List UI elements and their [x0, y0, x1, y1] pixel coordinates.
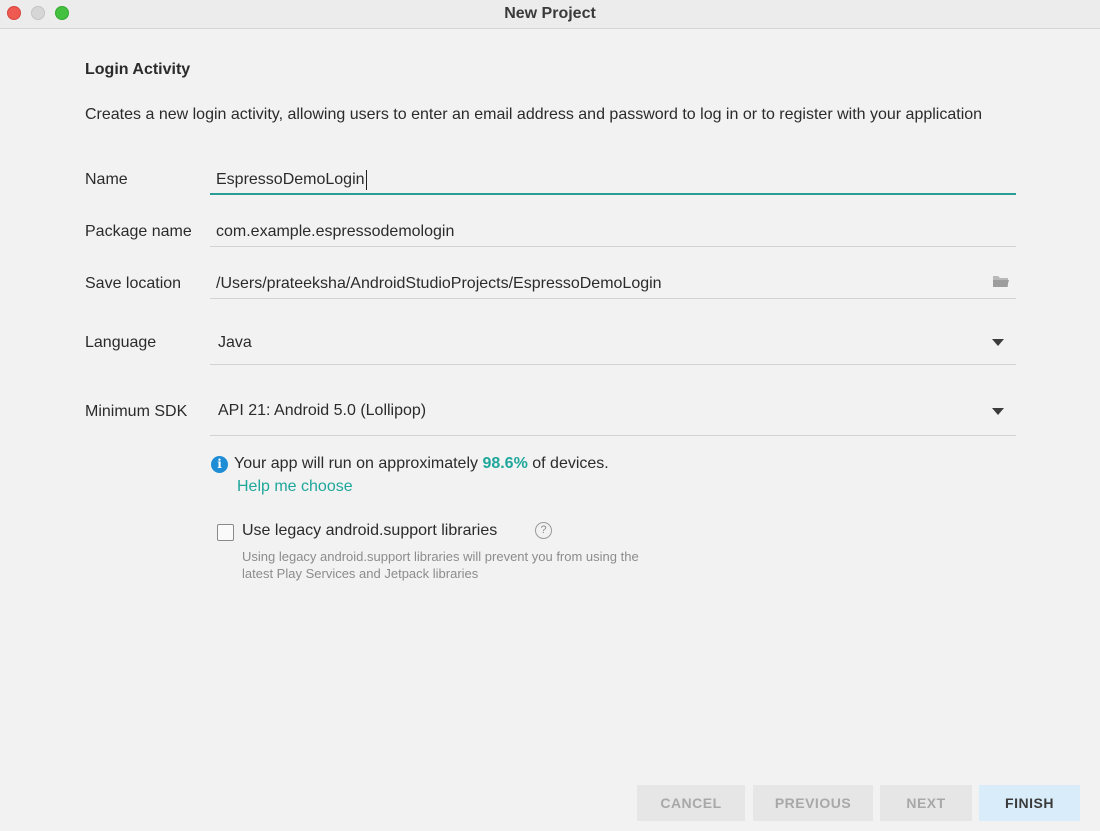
name-input[interactable]: EspressoDemoLogin — [210, 165, 1016, 195]
text-caret — [365, 170, 367, 190]
package-name-value: com.example.espressodemologin — [216, 223, 455, 240]
next-button[interactable]: NEXT — [880, 785, 972, 821]
language-select[interactable]: Java — [210, 324, 1016, 365]
finish-button[interactable]: FINISH — [979, 785, 1080, 821]
minimum-sdk-select[interactable]: API 21: Android 5.0 (Lollipop) — [210, 390, 1016, 436]
help-icon[interactable]: ? — [535, 522, 552, 539]
device-coverage-text: Your app will run on approximately 98.6%… — [234, 455, 609, 473]
save-location-input[interactable]: /Users/prateeksha/AndroidStudioProjects/… — [210, 270, 1016, 299]
name-input-value: EspressoDemoLogin — [216, 171, 365, 189]
info-icon: i — [211, 456, 228, 473]
legacy-support-hint: Using legacy android.support libraries w… — [242, 549, 639, 581]
legacy-support-label[interactable]: Use legacy android.support libraries — [242, 522, 497, 540]
folder-icon[interactable] — [992, 274, 1010, 288]
title-bar: New Project — [0, 0, 1100, 29]
coverage-suffix: of devices. — [527, 455, 609, 472]
help-me-choose-link[interactable]: Help me choose — [237, 478, 353, 496]
name-label: Name — [85, 171, 128, 188]
save-location-label: Save location — [85, 275, 182, 292]
language-label: Language — [85, 334, 157, 351]
legacy-support-checkbox[interactable] — [217, 524, 234, 541]
minimum-sdk-label: Minimum SDK — [85, 403, 188, 420]
cancel-button[interactable]: CANCEL — [637, 785, 745, 821]
package-name-label: Package name — [85, 223, 192, 240]
section-title: Login Activity — [85, 61, 191, 78]
coverage-percent: 98.6% — [482, 455, 528, 472]
package-name-input[interactable]: com.example.espressodemologin — [210, 218, 1016, 247]
chevron-down-icon — [992, 408, 1004, 415]
minimum-sdk-value: API 21: Android 5.0 (Lollipop) — [218, 402, 427, 419]
previous-button[interactable]: PREVIOUS — [753, 785, 873, 821]
save-location-value: /Users/prateeksha/AndroidStudioProjects/… — [216, 275, 662, 292]
section-description: Creates a new login activity, allowing u… — [85, 106, 983, 123]
window-title: New Project — [504, 5, 596, 22]
coverage-prefix: Your app will run on approximately — [234, 455, 483, 472]
chevron-down-icon — [992, 339, 1004, 346]
language-value: Java — [218, 334, 252, 351]
